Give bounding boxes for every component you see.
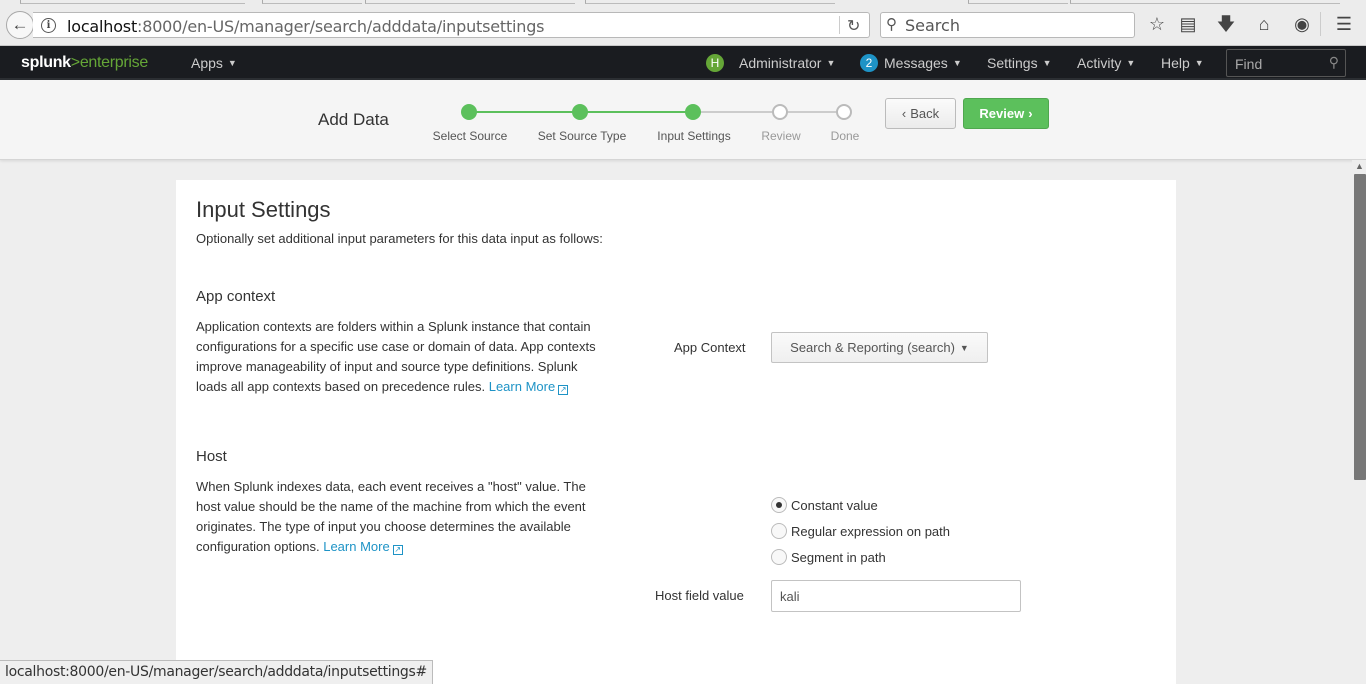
user-avatar: H — [706, 54, 724, 72]
caret-down-icon: ▼ — [952, 58, 962, 68]
host-description: When Splunk indexes data, each event rec… — [196, 479, 586, 555]
host-field-value-label: Host field value — [655, 588, 744, 603]
browser-search-box[interactable]: ⚲ Search — [880, 12, 1135, 38]
app-context-title: App context — [196, 288, 276, 305]
step-dot-input-settings — [685, 104, 701, 120]
browser-toolbar: ← i localhost:8000/en-US/manager/search/… — [0, 0, 1366, 46]
caret-down-icon: ▼ — [1194, 58, 1204, 68]
caret-down-icon: ▼ — [227, 58, 237, 68]
host-option-segment-in-path[interactable]: Segment in path — [771, 549, 886, 565]
search-icon: ⚲ — [1328, 54, 1339, 70]
step-label-input-settings: Input Settings — [657, 129, 731, 143]
browser-search-placeholder: Search — [905, 16, 960, 35]
caret-down-icon: ▼ — [1042, 58, 1052, 68]
add-data-wizard-header: Add Data Select Source Set Source Type I… — [0, 80, 1366, 160]
home-icon[interactable]: ⌂ — [1252, 13, 1276, 35]
chevron-right-icon: › — [1028, 106, 1033, 121]
splunk-nav-bar: splunk>enterprise Apps ▼ H Administrator ▼… — [0, 46, 1366, 80]
scroll-up-arrow-icon[interactable]: ▲ — [1355, 161, 1364, 171]
input-settings-panel: Input Settings Optionally set additional… — [176, 180, 1176, 684]
app-context-description: Application contexts are folders within … — [196, 319, 596, 395]
splunk-logo[interactable]: splunk>enterprise — [21, 54, 148, 72]
back-button[interactable]: ‹ Back — [885, 98, 956, 129]
host-option-regex-on-path[interactable]: Regular expression on path — [771, 523, 950, 539]
chevron-left-icon: ‹ — [901, 106, 907, 121]
tab-strip — [0, 0, 1366, 4]
hamburger-menu-icon[interactable]: ☰ — [1332, 13, 1356, 35]
browser-back-button[interactable]: ← — [6, 11, 34, 39]
bookmark-star-icon[interactable]: ☆ — [1145, 13, 1169, 35]
step-dot-done — [836, 104, 852, 120]
radio-button-checked[interactable] — [771, 497, 787, 513]
host-learn-more-link[interactable]: Learn More — [323, 539, 389, 554]
app-context-learn-more-link[interactable]: Learn More — [489, 379, 555, 394]
step-dot-set-source-type — [572, 104, 588, 120]
step-label-review: Review — [761, 129, 801, 143]
radio-button[interactable] — [771, 549, 787, 565]
step-label-set-source-type: Set Source Type — [537, 129, 627, 143]
review-button[interactable]: Review › — [963, 98, 1049, 129]
status-bar-url: localhost:8000/en-US/manager/search/addd… — [0, 660, 433, 684]
scrollbar-thumb[interactable] — [1354, 174, 1366, 480]
page-title: Input Settings — [196, 197, 331, 222]
external-link-icon: ↗ — [392, 545, 403, 555]
reload-icon[interactable]: ↻ — [847, 16, 860, 36]
caret-down-icon: ▼ — [1126, 58, 1136, 68]
activity-menu[interactable]: Activity ▼ — [1077, 55, 1135, 71]
pocket-icon[interactable]: ◉ — [1290, 13, 1314, 35]
app-context-dropdown[interactable]: Search & Reporting (search) ▼ — [771, 332, 988, 363]
host-field-value-input[interactable] — [771, 580, 1021, 612]
page-subtitle: Optionally set additional input paramete… — [196, 231, 603, 246]
step-dot-select-source — [461, 104, 477, 120]
settings-menu[interactable]: Settings ▼ — [987, 55, 1052, 71]
wizard-title: Add Data — [318, 110, 389, 129]
progress-line-pending — [692, 111, 844, 113]
download-icon[interactable]: 🡇 — [1214, 13, 1238, 35]
step-label-done: Done — [830, 129, 860, 143]
external-link-icon: ↗ — [558, 385, 569, 395]
search-icon: ⚲ — [886, 16, 897, 33]
reader-list-icon[interactable]: ▤ — [1176, 13, 1200, 35]
messages-menu[interactable]: Messages ▼ — [884, 55, 962, 71]
page-scrollbar[interactable]: ▲ — [1352, 160, 1366, 684]
messages-count-badge: 2 — [860, 54, 878, 72]
app-context-label: App Context — [674, 340, 746, 355]
host-option-constant-value[interactable]: Constant value — [771, 497, 878, 513]
address-bar[interactable]: i localhost:8000/en-US/manager/search/ad… — [33, 12, 870, 38]
find-placeholder: Find — [1235, 56, 1263, 72]
step-dot-review — [772, 104, 788, 120]
caret-down-icon: ▼ — [959, 342, 969, 353]
help-menu[interactable]: Help ▼ — [1161, 55, 1204, 71]
user-menu[interactable]: Administrator ▼ — [739, 55, 835, 71]
step-label-select-source: Select Source — [432, 129, 508, 143]
caret-down-icon: ▼ — [826, 58, 836, 68]
address-bar-url[interactable]: localhost:8000/en-US/manager/search/addd… — [67, 17, 545, 36]
find-input[interactable]: Find ⚲ — [1226, 49, 1346, 77]
apps-menu[interactable]: Apps ▼ — [191, 55, 237, 71]
radio-button[interactable] — [771, 523, 787, 539]
host-title: Host — [196, 448, 227, 465]
site-info-icon[interactable]: i — [41, 18, 56, 33]
